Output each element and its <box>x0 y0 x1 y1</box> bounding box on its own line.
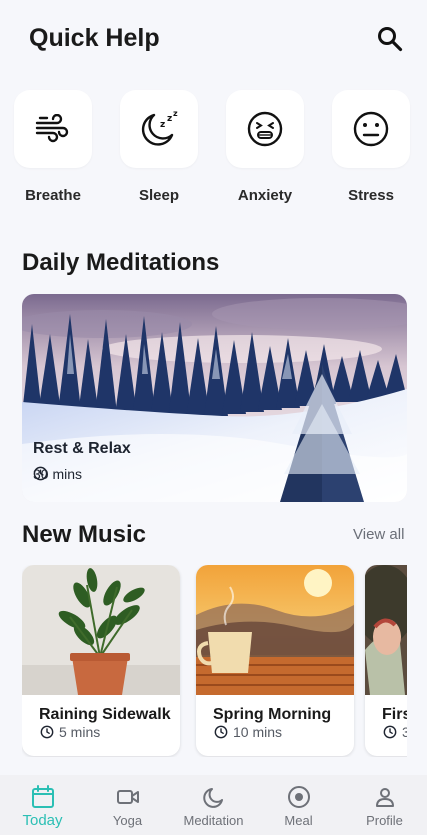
anxious-face-icon <box>247 111 283 147</box>
quick-help-tile[interactable] <box>14 90 92 168</box>
clock-icon <box>214 725 228 739</box>
quick-help-label: Stress <box>348 187 394 204</box>
meditation-title: Rest & Relax <box>33 440 131 457</box>
moon-zzz-icon: z z z <box>141 109 178 146</box>
target-icon <box>287 786 310 808</box>
moon-icon <box>202 788 223 808</box>
music-title: Raining Sidewalk <box>39 706 171 723</box>
nav-meal[interactable]: Meal <box>256 775 341 835</box>
music-duration: 3 <box>383 724 407 740</box>
potted-plant-image <box>22 565 180 695</box>
quick-help-breathe[interactable]: Breathe <box>13 90 93 210</box>
music-card[interactable]: Raining Sidewalk 5 mins <box>22 565 180 756</box>
new-music-heading: New Music <box>22 521 147 548</box>
video-icon <box>116 790 139 804</box>
daily-meditations-heading: Daily Meditations <box>22 249 220 276</box>
music-card[interactable]: Firs 3 <box>365 565 407 756</box>
svg-text:z: z <box>167 114 172 124</box>
nav-label: Today <box>22 812 63 829</box>
user-icon <box>375 788 394 807</box>
bottom-nav: Today Yoga Meditation Meal Profile <box>0 775 427 835</box>
coffee-sunrise-image <box>196 565 354 695</box>
quick-help-label: Sleep <box>138 187 180 204</box>
meditation-duration: 30 mins <box>33 466 82 482</box>
search-icon <box>378 27 403 52</box>
music-duration: 10 mins <box>214 724 282 740</box>
calendar-icon <box>31 785 54 808</box>
svg-text:z: z <box>160 120 165 130</box>
quick-help-anxiety[interactable]: Anxiety <box>225 90 305 210</box>
quick-help-tile[interactable] <box>332 90 410 168</box>
quick-help-label: Breathe <box>25 187 81 204</box>
music-carousel[interactable]: Raining Sidewalk 5 mins Spring Morning 1… <box>22 565 407 757</box>
app-header: Quick Help <box>0 0 427 80</box>
music-duration: 5 mins <box>40 724 100 740</box>
nav-today[interactable]: Today <box>0 775 85 835</box>
clock-icon <box>383 725 397 739</box>
quick-help-tile[interactable]: z z z <box>120 90 198 168</box>
music-duration-text: 3 <box>402 724 407 740</box>
music-duration-text: 5 mins <box>59 724 101 740</box>
wind-icon <box>35 114 69 143</box>
nav-label: Meal <box>284 813 313 828</box>
quick-help-grid: Breathe z z z Sleep Anxiety Stress <box>0 90 427 210</box>
clock-icon <box>40 725 54 739</box>
music-duration-text: 10 mins <box>233 724 283 740</box>
svg-text:z: z <box>173 109 178 118</box>
clock-icon <box>33 466 48 481</box>
nav-meditation[interactable]: Meditation <box>171 775 256 835</box>
meditation-card[interactable]: Rest & Relax 30 mins <box>22 294 407 502</box>
search-button[interactable] <box>373 22 407 56</box>
music-title: Firs <box>382 706 407 723</box>
nav-label: Profile <box>366 813 403 828</box>
nav-label: Meditation <box>183 813 244 828</box>
nav-yoga[interactable]: Yoga <box>85 775 170 835</box>
hands-image <box>365 565 407 695</box>
neutral-face-icon <box>353 111 389 147</box>
quick-help-tile[interactable] <box>226 90 304 168</box>
page-title: Quick Help <box>29 24 160 52</box>
view-all-link[interactable]: View all <box>353 526 404 543</box>
quick-help-label: Anxiety <box>237 187 293 204</box>
quick-help-sleep[interactable]: z z z Sleep <box>119 90 199 210</box>
nav-profile[interactable]: Profile <box>342 775 427 835</box>
music-card[interactable]: Spring Morning 10 mins <box>196 565 354 756</box>
music-title: Spring Morning <box>213 706 332 723</box>
nav-label: Yoga <box>112 813 143 828</box>
quick-help-stress[interactable]: Stress <box>331 90 411 210</box>
